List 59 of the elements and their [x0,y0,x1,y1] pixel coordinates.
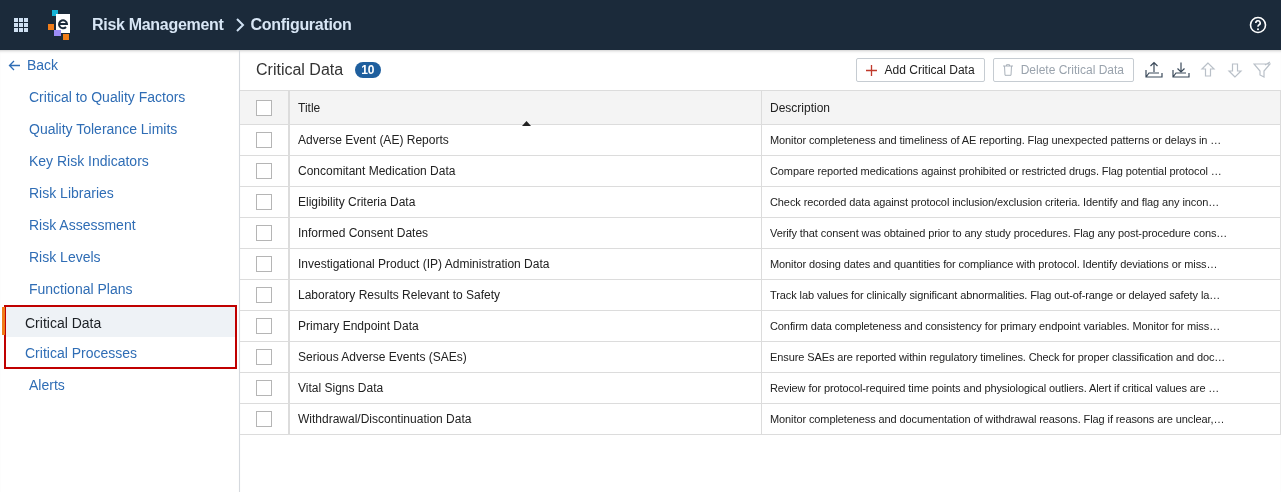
breadcrumb-title: Configuration [250,16,352,34]
table-cell: Serious Adverse Events (SAEs) [298,350,467,364]
app-title[interactable]: Risk Management [92,16,224,34]
table-cell: Monitor completeness and timeliness of AE reporting. Flag unexpected patterns or delays in … [770,134,1222,146]
table-cell: Compare reported medications against prohibited or restricted drugs. Flag potential protocol … [770,165,1222,177]
table-cell: Withdrawal/Discontinuation Data [298,412,472,426]
table-cell: Track lab values for clinically significant abnormalities. Flag out-of-range or delayed safety la… [770,289,1221,301]
column-header[interactable]: Title [298,100,321,115]
download-icon[interactable] [1172,61,1190,79]
app-grid-icon[interactable] [14,18,28,32]
table-cell: Review for protocol-required time points and physiological outliers. Alert if critical values are … [770,382,1220,394]
table-cell: Adverse Event (AE) Reports [298,133,449,147]
row-checkbox[interactable] [256,194,272,210]
sidebar-item[interactable]: Critical Processes [4,337,237,369]
select-all-checkbox[interactable] [256,99,272,116]
arrow-left-icon [8,59,21,71]
add-button[interactable]: Add Critical Data [855,58,985,82]
page-title: Critical Data [256,61,344,79]
table-cell: Informed Consent Dates [298,226,429,240]
back-link[interactable]: Back [0,56,59,74]
sidebar-item[interactable]: Risk Assessment [4,209,237,241]
row-checkbox[interactable] [256,318,272,334]
table-cell: Check recorded data against protocol inclusion/exclusion criteria. Identify and flag any incon… [770,196,1220,208]
table-cell: Vital Signs Data [298,381,384,395]
sidebar-item[interactable]: Functional Plans [4,273,237,305]
row-checkbox[interactable] [256,349,272,365]
row-checkbox[interactable] [256,163,272,179]
table-cell: Concomitant Medication Data [298,164,456,178]
trash-icon [1002,64,1013,76]
sidebar-item[interactable]: Alerts [4,369,237,401]
upload-icon[interactable] [1145,61,1163,79]
logo-icon [48,10,72,40]
row-checkbox[interactable] [256,256,272,272]
table-cell: Confirm data completeness and consistency for primary endpoint variables. Monitor for miss… [770,320,1221,332]
row-checkbox[interactable] [256,287,272,303]
table-cell: Primary Endpoint Data [298,319,419,333]
table-cell: Ensure SAEs are reported within regulatory timelines. Check for proper classification and doc… [770,351,1226,363]
row-checkbox[interactable] [256,411,272,427]
table-cell: Investigational Product (IP) Administration Data [298,257,550,271]
sidebar-item[interactable]: Critical Data [4,305,237,337]
help-icon[interactable] [1249,16,1267,34]
column-header[interactable]: Description [770,100,831,115]
sidebar-item[interactable]: Key Risk Indicators [4,145,237,177]
count-badge: 10 [355,62,381,78]
table-cell: Eligibility Criteria Data [298,195,416,209]
table-cell: Monitor completeness and documentation of withdrawal reasons. Flag if reasons are unclear,… [770,413,1225,425]
table-cell: Laboratory Results Relevant to Safety [298,288,501,302]
sidebar-item[interactable]: Risk Libraries [4,177,237,209]
sidebar-item[interactable]: Critical to Quality Factors [4,81,237,113]
sort-caret-icon [522,120,531,126]
row-checkbox[interactable] [256,380,272,396]
sidebar-item[interactable]: Risk Levels [4,241,237,273]
sidebar-item[interactable]: Quality Tolerance Limits [4,113,237,145]
table-cell: Verify that consent was obtained prior to any study procedures. Flag any post-procedure cons… [770,227,1228,239]
table-cell: Monitor dosing dates and quantities for compliance with protocol. Identify deviations or miss… [770,258,1218,270]
row-checkbox[interactable] [256,132,272,148]
plus-icon [865,64,877,76]
chevron-right-icon [235,18,245,32]
row-checkbox[interactable] [256,225,272,241]
